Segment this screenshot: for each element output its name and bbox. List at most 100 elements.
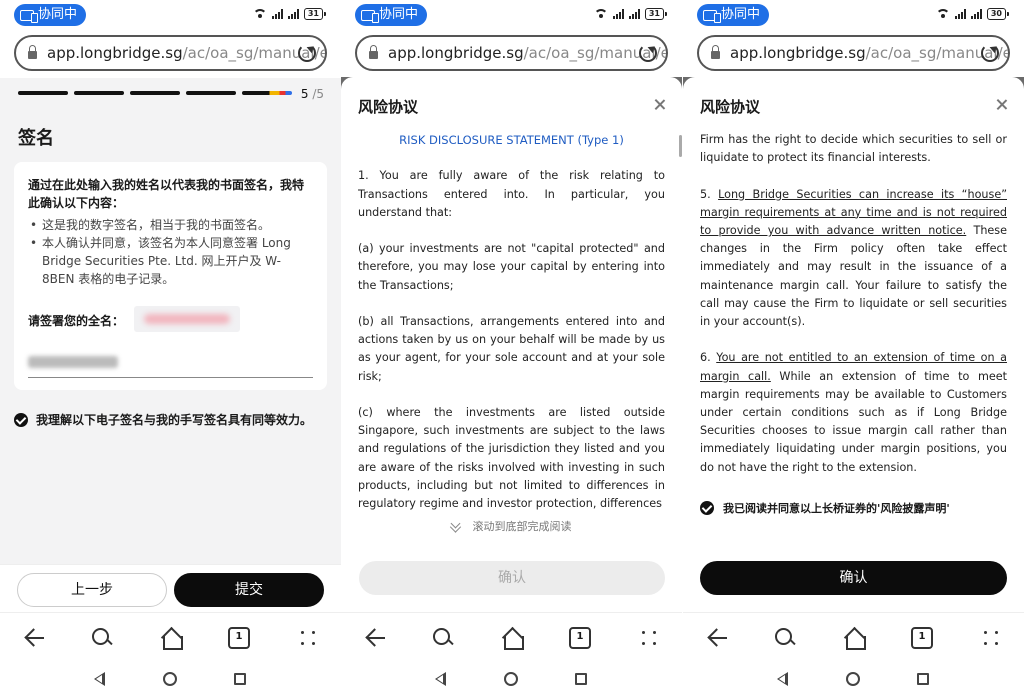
collab-pill[interactable]: 协同中 xyxy=(355,4,428,26)
scrollbar[interactable] xyxy=(679,135,682,157)
previous-step-button[interactable]: 上一步 xyxy=(17,573,167,607)
tabs-icon[interactable]: 1 xyxy=(569,627,591,649)
agreement-paragraph-5: 5. Long Bridge Securities can increase i… xyxy=(700,186,1007,332)
url-bar[interactable]: app.longbridge.sg/ac/oa_sg/manual/e- xyxy=(697,35,1010,71)
agree-text: 我理解以下电子签名与我的手写签名具有同等效力。 xyxy=(36,413,313,427)
device-icon xyxy=(703,9,721,23)
risk-agreement-sheet: 风险协议 Firm has the right to decide which … xyxy=(683,77,1024,612)
risk-agreement-sheet: 风险协议 RISK DISCLOSURE STATEMENT (Type 1) … xyxy=(341,77,682,612)
wifi-icon xyxy=(935,9,950,19)
system-home-icon[interactable] xyxy=(846,672,860,686)
back-arrow-icon[interactable] xyxy=(707,627,729,649)
status-bar: 协同中 31 xyxy=(0,0,341,30)
reload-icon[interactable] xyxy=(981,44,999,62)
system-back-icon[interactable] xyxy=(94,672,105,686)
url-text: app.longbridge.sg/ac/oa_sg/manual/e- xyxy=(47,44,325,62)
page-title: 签名 xyxy=(18,128,54,149)
agreement-scroll-area[interactable]: Firm has the right to decide which secur… xyxy=(700,131,1007,487)
browser-toolbar: 1 xyxy=(683,612,1024,662)
list-item: 本人确认并同意，该签名为本人同意签署 Long Bridge Securitie… xyxy=(28,234,313,288)
system-recents-icon[interactable] xyxy=(234,673,246,685)
home-icon[interactable] xyxy=(160,627,183,650)
battery-icon: 31 xyxy=(644,8,668,20)
device-icon xyxy=(20,9,38,23)
clause-number: 6. xyxy=(700,351,717,365)
tabs-icon[interactable]: 1 xyxy=(911,627,933,649)
step-counter: 5 /5 xyxy=(301,87,324,101)
phone-screen-risk-agreement-bottom: 协同中 30 app.longbridge.sg/ac/oa_sg/manual… xyxy=(683,0,1024,697)
step-current: 5 xyxy=(300,87,309,101)
agree-checkbox-row[interactable]: 我理解以下电子签名与我的手写签名具有同等效力。 xyxy=(14,411,312,428)
lock-icon xyxy=(28,45,37,59)
url-host: app.longbridge.sg xyxy=(730,44,866,62)
system-nav xyxy=(341,662,682,697)
url-host: app.longbridge.sg xyxy=(388,44,524,62)
more-icon[interactable] xyxy=(298,627,320,649)
close-icon[interactable] xyxy=(996,99,1007,110)
sheet-title: 风险协议 xyxy=(358,98,419,116)
statement-title: RISK DISCLOSURE STATEMENT (Type 1) xyxy=(399,133,624,147)
search-icon[interactable] xyxy=(91,627,113,649)
collab-pill[interactable]: 协同中 xyxy=(14,4,87,26)
status-bar: 协同中 30 xyxy=(683,0,1024,30)
url-text: app.longbridge.sg/ac/oa_sg/manual/e- xyxy=(388,44,666,62)
screenshot-triptych: 协同中 31 app.longbridge.sg/ac/oa_sg/manual… xyxy=(0,0,1024,697)
phone-screen-signature: 协同中 31 app.longbridge.sg/ac/oa_sg/manual… xyxy=(0,0,341,697)
more-icon[interactable] xyxy=(981,627,1003,649)
system-home-icon[interactable] xyxy=(163,672,177,686)
url-bar[interactable]: app.longbridge.sg/ac/oa_sg/manual/e- xyxy=(355,35,668,71)
clause-text: While an extension of time to meet margi… xyxy=(700,369,1007,474)
confirm-button-disabled[interactable]: 确认 xyxy=(359,561,665,595)
back-arrow-icon[interactable] xyxy=(24,627,46,649)
url-host: app.longbridge.sg xyxy=(47,44,183,62)
agreement-paragraph: Firm has the right to decide which secur… xyxy=(700,133,1007,165)
signature-input[interactable] xyxy=(28,354,313,378)
reload-icon[interactable] xyxy=(298,44,316,62)
confirm-button[interactable]: 确认 xyxy=(700,561,1007,595)
list-item: 这是我的数字签名，相当于我的书面签名。 xyxy=(28,216,313,234)
agreement-scroll-area[interactable]: RISK DISCLOSURE STATEMENT (Type 1) 1. Yo… xyxy=(358,131,665,511)
system-recents-icon[interactable] xyxy=(575,673,587,685)
intro-text: 通过在此处输入我的姓名以代表我的书面签名，我特此确认以下内容： xyxy=(28,178,305,210)
full-name-value xyxy=(134,306,240,332)
step-total: /5 xyxy=(308,87,324,101)
checked-icon[interactable] xyxy=(14,412,28,427)
close-icon[interactable] xyxy=(654,99,665,110)
checked-icon[interactable] xyxy=(700,501,714,515)
more-icon[interactable] xyxy=(639,627,661,649)
submit-button[interactable]: 提交 xyxy=(174,573,324,607)
system-home-icon[interactable] xyxy=(504,672,518,686)
system-back-icon[interactable] xyxy=(435,672,446,686)
home-icon[interactable] xyxy=(843,627,866,650)
search-icon[interactable] xyxy=(774,627,796,649)
browser-toolbar: 1 xyxy=(341,612,682,662)
reload-icon[interactable] xyxy=(639,44,657,62)
collab-pill[interactable]: 协同中 xyxy=(697,4,770,26)
signature-page: 5 /5 签名 通过在此处输入我的姓名以代表我的书面签名，我特此确认以下内容： … xyxy=(0,78,341,612)
signal-icon xyxy=(970,9,982,19)
collab-label: 协同中 xyxy=(38,7,78,22)
scroll-hint: 滚动到底部完成阅读 xyxy=(341,513,682,543)
scroll-hint-text: 滚动到底部完成阅读 xyxy=(472,520,572,533)
status-icons: 31 xyxy=(593,8,668,20)
system-recents-icon[interactable] xyxy=(917,673,929,685)
back-arrow-icon[interactable] xyxy=(365,627,387,649)
signature-card: 通过在此处输入我的姓名以代表我的书面签名，我特此确认以下内容： 这是我的数字签名… xyxy=(14,162,327,390)
tabs-icon[interactable]: 1 xyxy=(228,627,250,649)
clause-text: These changes in the Firm policy often t… xyxy=(700,224,1007,329)
status-bar: 协同中 31 xyxy=(341,0,682,30)
agree-checkbox-row[interactable]: 我已阅读并同意以上长桥证券的'风险披露声明' xyxy=(700,500,950,516)
lock-icon xyxy=(711,45,720,59)
wifi-icon xyxy=(252,9,267,19)
search-icon[interactable] xyxy=(432,627,454,649)
agreement-paragraph: (c) where the investments are listed out… xyxy=(358,405,665,510)
footer-actions: 上一步 提交 xyxy=(0,564,341,612)
agreement-paragraph: (b) all Transactions, arrangements enter… xyxy=(358,314,665,383)
home-icon[interactable] xyxy=(501,627,524,650)
agree-text: 我已阅读并同意以上长桥证券的'风险披露声明' xyxy=(723,502,950,515)
signal-icon xyxy=(271,9,283,19)
url-bar[interactable]: app.longbridge.sg/ac/oa_sg/manual/e- xyxy=(14,35,327,71)
system-back-icon[interactable] xyxy=(777,672,788,686)
battery-icon: 31 xyxy=(303,8,327,20)
agreement-paragraph: 1. You are fully aware of the risk relat… xyxy=(358,169,665,219)
